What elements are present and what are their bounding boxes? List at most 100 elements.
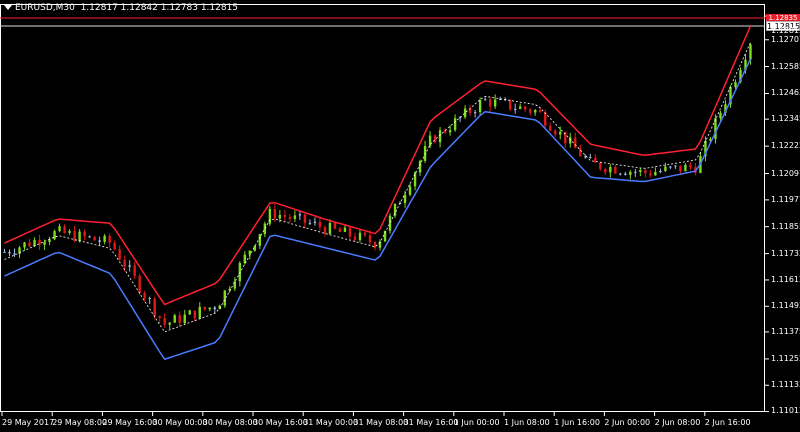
candle-body: [283, 214, 287, 217]
candle-body: [58, 226, 61, 232]
candle-body: [679, 165, 682, 172]
candle-body: [53, 231, 56, 240]
candle-body: [664, 166, 667, 171]
candle-body: [318, 221, 322, 228]
candle-body: [343, 227, 347, 232]
candle-body: [8, 251, 11, 254]
price-tick-label: 1.11252: [771, 353, 800, 363]
price-tick-label: 1.11012: [771, 406, 800, 415]
time-tick-label: 2 Jun 16:00: [704, 418, 751, 427]
chart-window[interactable]: EURUSD,M30 1.12817 1.12842 1.12783 1.128…: [0, 0, 800, 432]
candle-body: [208, 307, 211, 310]
price-tick-label: 1.11612: [771, 274, 800, 284]
time-tick-label: 29 May 16:00: [102, 418, 158, 427]
candle-body: [418, 160, 422, 173]
candle-body: [23, 242, 26, 248]
candle-body: [43, 242, 46, 245]
dropdown-triangle-icon[interactable]: [4, 5, 12, 10]
candle-body: [273, 208, 277, 219]
candle-body: [513, 108, 517, 110]
candle-body: [749, 44, 752, 60]
candle-body: [133, 265, 136, 276]
plot-frame: [0, 4, 765, 412]
lower-band-line: [4, 58, 752, 361]
mid-band-line: [4, 42, 751, 333]
candle-body: [123, 259, 126, 267]
candle-body: [634, 171, 637, 173]
candle-body: [388, 215, 392, 231]
chart-header: EURUSD,M30 1.12817 1.12842 1.12783 1.128…: [4, 3, 238, 13]
symbol-label: EURUSD,M30: [15, 3, 75, 13]
candle-body: [438, 130, 442, 143]
candle-body: [544, 112, 547, 126]
candle-body: [68, 230, 71, 233]
price-chart[interactable]: [0, 0, 800, 432]
candle-body: [589, 157, 592, 159]
candle-body: [358, 232, 362, 241]
candle-body: [278, 214, 282, 219]
candle-body: [518, 106, 522, 109]
candle-body: [248, 250, 252, 255]
candle-body: [78, 231, 81, 242]
candle-body: [113, 242, 116, 250]
candle-body: [63, 226, 66, 233]
time-tick-label: 1 Jun 16:00: [554, 418, 600, 427]
candle-body: [539, 110, 542, 113]
candle-body: [734, 81, 737, 88]
candle-body: [554, 130, 557, 135]
candle-body: [644, 170, 647, 174]
candle-body: [689, 164, 692, 168]
candle-body: [649, 173, 652, 176]
candle-body: [614, 166, 617, 174]
candle-body: [333, 222, 337, 229]
candle-body: [639, 170, 642, 173]
candle-body: [328, 222, 332, 234]
candle-body: [348, 227, 352, 237]
candle-body: [313, 221, 317, 223]
candle-body: [719, 112, 722, 119]
candle-body: [148, 298, 151, 300]
candle-body: [303, 214, 307, 223]
candle-body: [178, 315, 181, 324]
candle-body: [93, 236, 96, 241]
price-tick-label: 1.11132: [771, 380, 800, 390]
candle-body: [233, 281, 237, 289]
price-tick-label: 1.12345: [771, 114, 800, 124]
candle-body: [604, 169, 607, 173]
candle-body: [193, 310, 196, 319]
time-tick-label: 30 May 08:00: [202, 418, 258, 427]
time-tick-label: 31 May 00:00: [303, 418, 359, 427]
candle-body: [213, 307, 216, 310]
time-tick-label: 30 May 16:00: [253, 418, 308, 427]
candle-body: [674, 165, 677, 167]
candle-body: [659, 170, 662, 173]
price-tick-label: 1.11977: [771, 194, 800, 204]
candle-body: [168, 322, 171, 325]
candle-body: [263, 223, 267, 235]
candle-body: [488, 99, 492, 107]
candle-body: [609, 166, 612, 173]
price-tick-label: 1.12707: [771, 34, 800, 44]
candle-body: [433, 135, 437, 143]
candle-body: [98, 240, 101, 242]
ohlc-label: 1.12817 1.12842 1.12783 1.12815: [80, 3, 239, 13]
candle-body: [353, 236, 357, 241]
candle-body: [33, 239, 36, 247]
candle-body: [288, 216, 292, 219]
candle-body: [83, 231, 86, 237]
price-tick-label: 1.11855: [771, 221, 800, 231]
candle-body: [128, 265, 131, 267]
candle-body: [654, 172, 657, 176]
candle-body: [549, 125, 552, 131]
candle-body: [103, 235, 106, 242]
candle-body: [408, 186, 412, 195]
candle-body: [448, 130, 452, 133]
candle-body: [478, 100, 482, 113]
candle-body: [198, 306, 201, 319]
candle-body: [508, 99, 512, 110]
candle-body: [153, 298, 156, 317]
candle-body: [363, 232, 367, 236]
time-tick-label: 1 Jun 08:00: [504, 418, 550, 427]
candle-body: [373, 242, 377, 248]
price-tick-label: 1.12462: [771, 88, 800, 98]
